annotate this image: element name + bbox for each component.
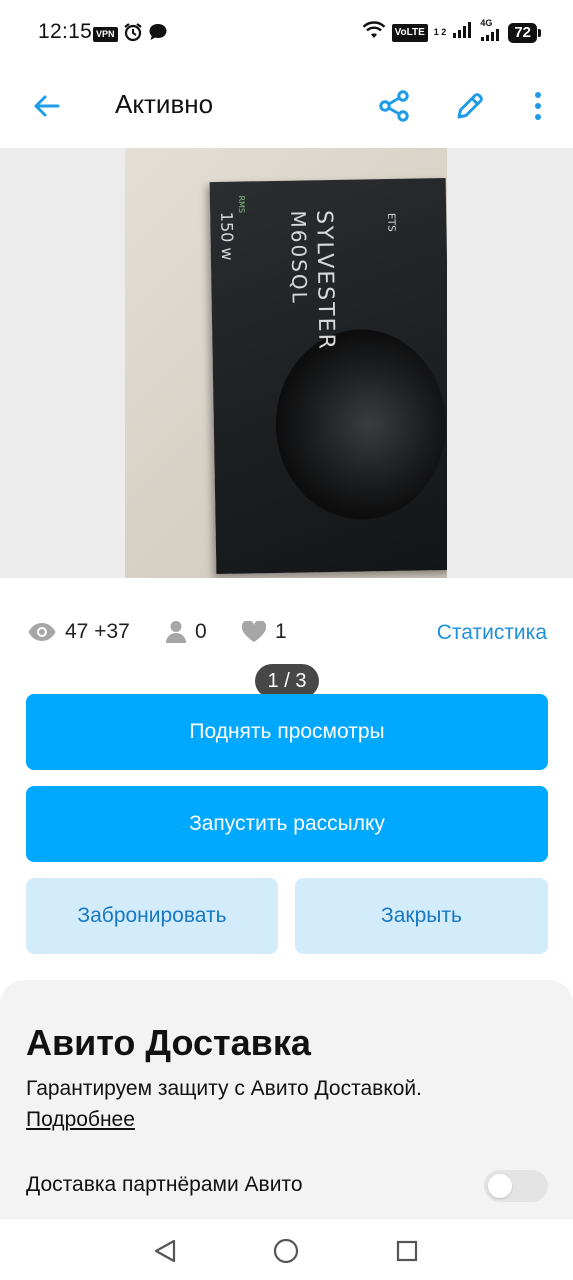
nav-recents-button[interactable] (389, 1233, 425, 1269)
status-left-icons: VPN (93, 22, 168, 47)
share-button[interactable] (372, 84, 416, 128)
signal-2-icon (480, 28, 502, 46)
status-right-icons: VoLTE 1 2 4G 72 (362, 19, 541, 46)
share-icon (379, 90, 409, 122)
battery-icon: 72 (508, 22, 541, 43)
volte-badge: VoLTE (391, 23, 428, 42)
photo-rms-label: RMS (236, 195, 247, 214)
signal-2-group: 4G (480, 19, 502, 46)
views-count: 47 +37 (65, 620, 130, 643)
speaker-graphic (274, 328, 447, 521)
status-bar: 12:15 VPN VoLTE 1 2 4G 72 (0, 0, 573, 64)
delivery-more-link[interactable]: Подробнее (26, 1108, 135, 1132)
product-box-image: SYLVESTER M60SQL RMS 150 w ETS (209, 177, 447, 575)
reserve-button[interactable]: Забронировать (26, 878, 278, 954)
views-stat: 47 +37 (27, 620, 130, 644)
heart-icon (241, 621, 267, 642)
statistics-link[interactable]: Статистика (437, 621, 547, 645)
wifi-icon (362, 21, 386, 44)
more-vertical-icon (535, 92, 541, 120)
photo-logo-text: ETS (385, 212, 397, 232)
delivery-section: Авито Доставка Гарантируем защиту с Авит… (0, 980, 573, 1220)
app-bar: Активно (0, 64, 573, 148)
person-icon (166, 621, 186, 643)
pencil-icon (457, 93, 483, 119)
more-button[interactable] (516, 84, 560, 128)
start-mailing-button[interactable]: Запустить рассылку (26, 786, 548, 862)
photo-counter: 1 / 3 (255, 664, 319, 698)
favorites-stat: 1 (241, 620, 287, 644)
photo-model-text: M60SQL (286, 210, 312, 306)
raise-views-button[interactable]: Поднять просмотры (26, 694, 548, 770)
back-button[interactable] (24, 84, 68, 128)
signal-1-icon (452, 21, 474, 44)
stats-row: 47 +37 0 1 Статистика (0, 600, 573, 666)
delivery-title: Авито Доставка (26, 1022, 311, 1063)
photo-brand-text: SYLVESTER (311, 209, 339, 352)
partner-delivery-label: Доставка партнёрами Авито (26, 1173, 303, 1196)
favorites-count: 1 (275, 620, 287, 643)
network-type: 4G (480, 18, 493, 28)
nav-home-button[interactable] (268, 1233, 304, 1269)
delivery-description: Гарантируем защиту с Авито Доставкой. (26, 1077, 422, 1100)
eye-icon (28, 623, 56, 641)
nav-back-button[interactable] (147, 1233, 183, 1269)
circle-home-icon (273, 1238, 299, 1264)
toggle-knob (488, 1174, 512, 1198)
sim-slots: 1 2 (433, 27, 447, 37)
contacts-count: 0 (195, 620, 207, 643)
system-nav-bar (0, 1218, 573, 1280)
partner-delivery-toggle[interactable] (484, 1170, 548, 1202)
alarm-icon (123, 22, 143, 47)
photo-gallery[interactable]: SYLVESTER M60SQL RMS 150 w ETS 1 / 3 (0, 148, 573, 698)
close-listing-button[interactable]: Закрыть (295, 878, 548, 954)
edit-button[interactable] (448, 84, 492, 128)
arrow-left-icon (34, 95, 60, 117)
triangle-back-icon (154, 1239, 176, 1263)
page-title: Активно (115, 89, 214, 119)
chat-icon (148, 22, 168, 47)
status-time: 12:15 (38, 20, 93, 43)
contacts-stat: 0 (165, 620, 207, 644)
vpn-icon: VPN (93, 27, 118, 42)
listing-photo[interactable]: SYLVESTER M60SQL RMS 150 w ETS (125, 148, 447, 578)
photo-rms-value: 150 w (217, 211, 237, 261)
square-recents-icon (396, 1240, 418, 1262)
